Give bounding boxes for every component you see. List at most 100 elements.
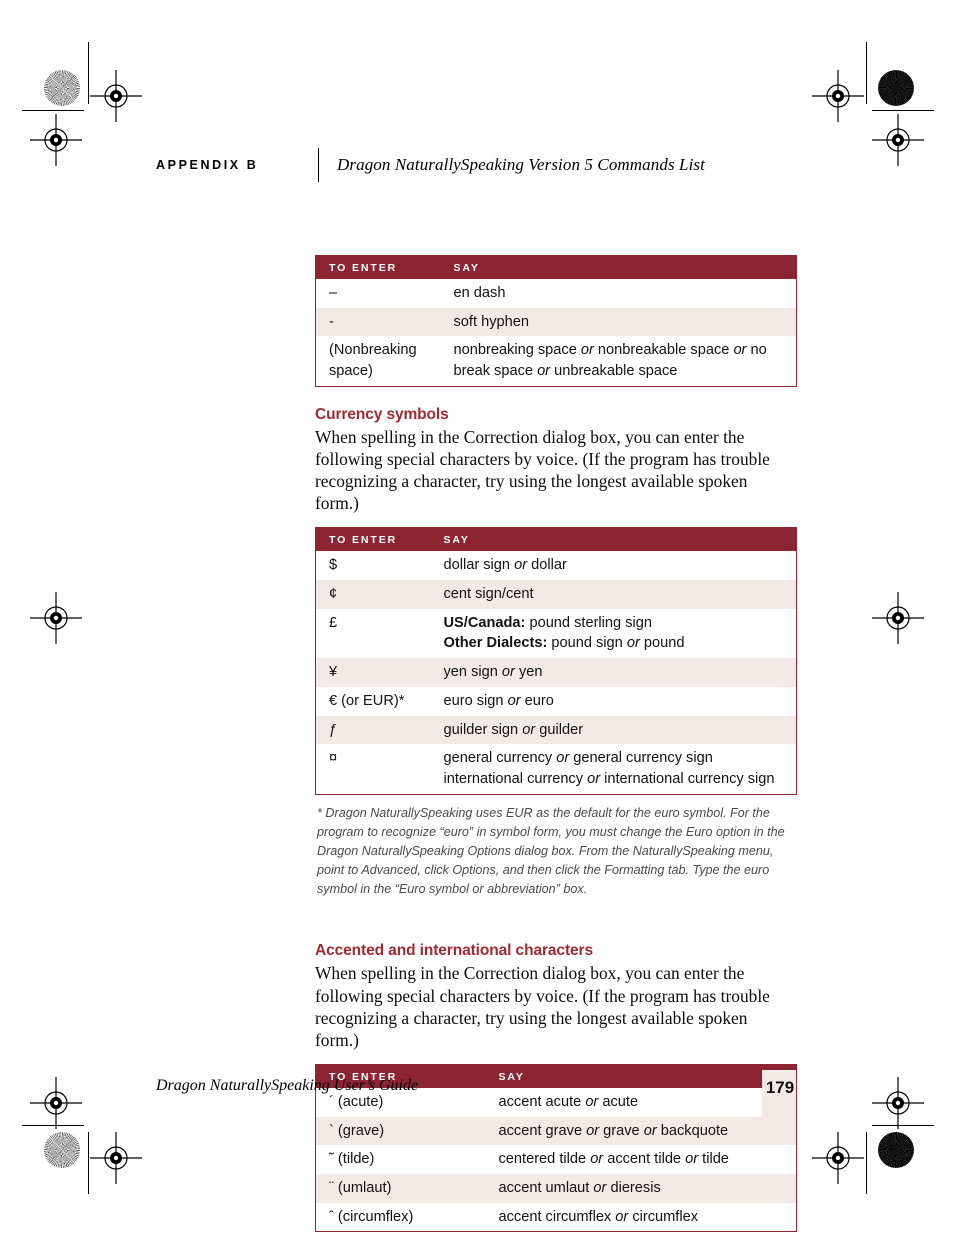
say-fragment: cent sign/cent xyxy=(443,585,534,602)
cell-say: dollar sign or dollar xyxy=(431,551,797,580)
say-fragment: acute xyxy=(598,1093,639,1110)
say-fragment: Other Dialects: xyxy=(443,635,548,652)
say-fragment: pound sterling sign xyxy=(525,614,652,631)
cell-to-enter: $ xyxy=(329,557,338,574)
say-fragment: or xyxy=(514,557,528,574)
cell-to-enter: (Nonbreaking space) xyxy=(329,342,417,380)
say-fragment: or xyxy=(590,1151,604,1168)
cell-say: accent umlaut or dieresis xyxy=(485,1173,797,1203)
say-fragment: tilde xyxy=(698,1151,729,1168)
table-row: ` (grave) accent grave or grave or backqu… xyxy=(315,1116,797,1146)
cell-say: accent circumflex or circumflex xyxy=(486,1203,797,1232)
page-content: APPENDIX B Dragon NaturallySpeaking Vers… xyxy=(0,0,954,1235)
table-row: ¢ cent sign/cent xyxy=(315,579,797,609)
cell-to-enter: ƒ xyxy=(315,715,431,745)
running-title: Dragon NaturallySpeaking Version 5 Comma… xyxy=(337,155,705,174)
say-fragment: dollar xyxy=(527,557,567,574)
say-fragment: yen xyxy=(514,664,543,681)
page-number: 179 xyxy=(765,1078,795,1097)
say-fragment: general currency sign xyxy=(569,750,713,767)
say-fragment: or xyxy=(733,342,747,359)
cell-say: en dash xyxy=(441,279,797,308)
table-row: ¥ yen sign or yen xyxy=(315,658,797,687)
accent-table-body: ´ (acute) accent acute or acute ` (grave) a… xyxy=(315,1088,797,1232)
table-row: ƒ guilder sign or guilder xyxy=(315,715,797,745)
say-fragment: accent circumflex xyxy=(498,1208,616,1225)
cell-say: euro sign or euro xyxy=(431,687,797,716)
say-fragment: accent acute xyxy=(498,1093,586,1110)
cell-say: accent grave or grave or backquote xyxy=(485,1116,797,1146)
say-fragment: nonbreakable space xyxy=(593,342,734,359)
footer-title: Dragon NaturallySpeaking User’s Guide xyxy=(156,1077,419,1094)
say-fragment: pound sign xyxy=(547,635,627,652)
say-fragment: or xyxy=(580,342,594,359)
section-heading-accented: Accented and international characters xyxy=(315,942,593,960)
say-fragment: or xyxy=(626,635,640,652)
table-header-row: TO ENTER SAY xyxy=(315,527,797,552)
cell-say: centered tilde or accent tilde or tilde xyxy=(486,1145,797,1174)
column-header-to-enter: TO ENTER xyxy=(315,255,441,279)
cell-say: general currency or general currency sig… xyxy=(431,744,797,794)
say-fragment: circumflex xyxy=(628,1208,699,1225)
page-footer: Dragon NaturallySpeaking User’s Guide xyxy=(156,1077,796,1095)
running-header: APPENDIX B Dragon NaturallySpeaking Vers… xyxy=(156,148,796,182)
currency-commands-table: TO ENTER SAY $ dollar sign or dollar ¢ cent… xyxy=(315,527,797,795)
column-header-say: SAY xyxy=(430,527,797,552)
say-fragment: backquote xyxy=(656,1122,729,1139)
say-fragment: or xyxy=(522,721,536,738)
say-fragment: or xyxy=(615,1208,629,1225)
say-fragment: or xyxy=(685,1151,699,1168)
table-row: $ dollar sign or dollar xyxy=(316,551,797,580)
say-fragment: accent grave xyxy=(498,1122,587,1139)
say-fragment: soft hyphen xyxy=(453,313,529,330)
currency-table-body: $ dollar sign or dollar ¢ cent sign/cent £ US… xyxy=(315,551,797,794)
say-fragment: dieresis xyxy=(606,1179,661,1196)
currency-footnote: * Dragon NaturallySpeaking uses EUR as t… xyxy=(317,805,785,897)
say-fragment: unbreakable space xyxy=(550,363,678,380)
say-fragment: pound xyxy=(639,635,685,652)
cell-to-enter: ¨ (umlaut) xyxy=(315,1173,486,1203)
table-row: ˆ (circumflex) accent circumflex or circu… xyxy=(316,1203,797,1232)
table-row: ¨ (umlaut) accent umlaut or dieresis xyxy=(315,1173,797,1203)
say-fragment: or xyxy=(585,1093,599,1110)
table-row: £ US/Canada: pound sterling sign Other Dia… xyxy=(316,609,797,658)
cell-to-enter: ¥ xyxy=(315,658,431,687)
say-fragment: nonbreaking space xyxy=(453,342,581,359)
say-fragment: international currency xyxy=(443,771,588,787)
say-fragment: or xyxy=(643,1122,657,1139)
table-row: (Nonbreaking space) nonbreaking space or … xyxy=(316,336,797,386)
say-fragment: euro xyxy=(520,692,554,709)
say-fragment: or xyxy=(593,1179,607,1196)
cell-to-enter: - xyxy=(315,307,441,337)
say-fragment: international currency sign xyxy=(600,771,775,787)
column-header-say: SAY xyxy=(440,255,797,279)
appendix-label: APPENDIX B xyxy=(156,158,259,172)
say-fragment: or xyxy=(507,692,521,709)
say-fragment: euro sign xyxy=(443,692,508,709)
dash-commands-table: TO ENTER SAY – en dash - soft hyphen (Nonbre… xyxy=(315,255,797,387)
cell-to-enter: ˜ (tilde) xyxy=(329,1151,375,1168)
say-fragment: or xyxy=(556,750,570,767)
table-row: – en dash xyxy=(316,279,797,308)
say-fragment: guilder xyxy=(535,721,584,738)
cell-say: yen sign or yen xyxy=(430,658,797,687)
say-fragment: or xyxy=(586,1122,600,1139)
table-header-row: TO ENTER SAY xyxy=(315,255,797,279)
say-fragment: or xyxy=(537,363,551,380)
say-fragment: en dash xyxy=(453,285,506,301)
cell-to-enter: ¢ xyxy=(315,579,431,609)
cell-say: guilder sign or guilder xyxy=(430,715,797,745)
say-fragment: centered tilde xyxy=(498,1151,591,1168)
say-fragment: or xyxy=(587,771,601,787)
say-fragment: general currency xyxy=(443,750,557,767)
say-fragment: accent umlaut xyxy=(498,1179,594,1196)
cell-to-enter: € (or EUR)* xyxy=(329,692,405,709)
cell-say: US/Canada: pound sterling sign Other Dial… xyxy=(431,609,797,658)
table-row: ¤ general currency or general currency si… xyxy=(316,744,797,794)
cell-to-enter: ˆ (circumflex) xyxy=(329,1208,414,1225)
say-fragment: guilder sign xyxy=(443,721,523,738)
section-heading-currency: Currency symbols xyxy=(315,405,449,423)
cell-say: nonbreaking space or nonbreakable space … xyxy=(441,336,797,386)
say-fragment: US/Canada: xyxy=(443,614,526,631)
